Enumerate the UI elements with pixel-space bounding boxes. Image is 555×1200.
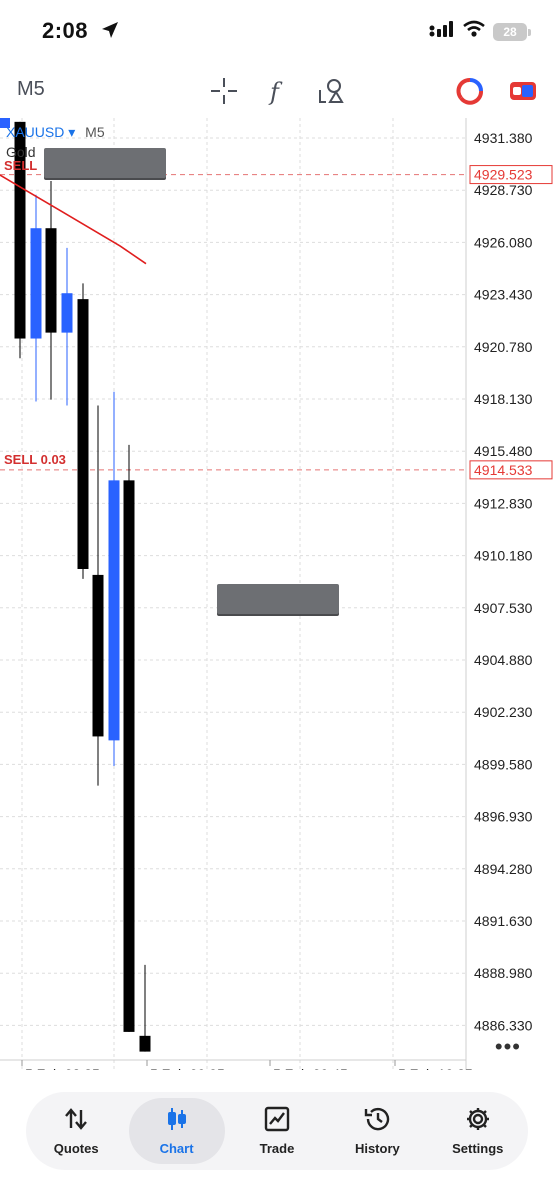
redaction-box [217, 584, 339, 614]
price-axis-label: 4904.880 [474, 652, 533, 668]
nav-trade[interactable]: Trade [229, 1098, 325, 1164]
indicators-icon[interactable]: f [262, 76, 292, 106]
price-axis-label: 4899.580 [474, 756, 533, 772]
objects-icon[interactable] [316, 76, 346, 106]
price-axis-label: 4928.730 [474, 182, 533, 198]
price-axis-label: 4891.630 [474, 913, 533, 929]
time-axis-label: 5 Feb 09:05 [150, 1066, 225, 1070]
candle-body [123, 480, 135, 1032]
settings-icon [465, 1106, 491, 1137]
nav-label: Trade [259, 1141, 295, 1156]
wifi-icon [463, 20, 485, 43]
candle-body [108, 480, 120, 741]
candle-body [61, 293, 73, 333]
price-axis-label: 4926.080 [474, 234, 533, 250]
price-axis-label: 4920.780 [474, 339, 533, 355]
candle-body [45, 228, 57, 333]
symbol-legend[interactable]: XAUUSD ▾ M5 [6, 124, 105, 141]
redaction-box [44, 148, 166, 178]
nav-settings[interactable]: Settings [430, 1098, 526, 1164]
quotes-icon [63, 1106, 89, 1137]
price-axis-label: 4915.480 [474, 443, 533, 459]
price-axis-label: 4910.180 [474, 548, 533, 564]
bottom-navigation: Quotes Chart Trade History Settings [26, 1092, 528, 1170]
price-axis-label: 4894.280 [474, 861, 533, 877]
svg-text:f: f [268, 78, 283, 106]
status-indicators: 28 [429, 20, 531, 43]
candle-body [92, 574, 104, 737]
time-axis-label: 5 Feb 09:45 [273, 1066, 348, 1070]
nav-chart[interactable]: Chart [128, 1098, 225, 1164]
price-axis-label: 4931.380 [474, 130, 533, 146]
chart-toolbar: M5 f [0, 66, 555, 114]
nav-label: Settings [452, 1141, 504, 1156]
trade-ring-icon[interactable] [455, 76, 485, 106]
price-axis-label: 4886.330 [474, 1017, 533, 1033]
location-arrow-icon [100, 20, 120, 45]
price-axis-label: 4888.980 [474, 965, 533, 981]
sell-order-label[interactable]: SELL [4, 158, 37, 173]
nav-label: Chart [159, 1141, 194, 1156]
candle-body [30, 228, 42, 339]
status-bar: 2:08 28 [0, 0, 555, 62]
price-axis-label: 4912.830 [474, 495, 533, 511]
price-axis-label: 4902.230 [474, 704, 533, 720]
nav-label: Quotes [53, 1141, 99, 1156]
price-axis-label: 4907.530 [474, 600, 533, 616]
candle-body [77, 299, 89, 569]
sell-order-label[interactable]: SELL 0.03 [4, 452, 66, 467]
status-time: 2:08 [42, 18, 89, 43]
chart-icon [164, 1106, 190, 1137]
nav-label: History [354, 1141, 400, 1156]
battery-icon: 28 [493, 22, 531, 41]
trade-icon [264, 1106, 290, 1137]
price-axis-label: 4918.130 [474, 391, 533, 407]
nav-history[interactable]: History [329, 1098, 425, 1164]
more-options-icon[interactable]: ••• [495, 1034, 521, 1060]
time-axis-label: 5 Feb 08:25 [25, 1066, 100, 1070]
price-axis-label: 4923.430 [474, 287, 533, 303]
symbol-timeframe: M5 [85, 124, 105, 140]
nav-quotes[interactable]: Quotes [28, 1098, 124, 1164]
time-axis-label: 5 Feb 10:25 [398, 1066, 473, 1070]
symbol-name: XAUUSD [6, 124, 65, 140]
crosshair-icon[interactable] [209, 76, 239, 106]
history-icon [363, 1106, 391, 1137]
candle-body [139, 1035, 151, 1052]
timeframe-selector[interactable]: M5 [17, 78, 45, 101]
price-chart[interactable]: 4931.380 4928.730 4926.080 4923.430 4920.780… [0, 118, 555, 1070]
sell-price-tag-label: 4914.533 [474, 462, 533, 478]
signal-icon [429, 20, 455, 43]
symbol-dropdown-icon[interactable]: ▾ [68, 124, 75, 140]
sell-price-tag-label: 4929.523 [474, 167, 533, 183]
one-click-trading-icon[interactable] [508, 76, 538, 106]
price-axis-label: 4896.930 [474, 809, 533, 825]
